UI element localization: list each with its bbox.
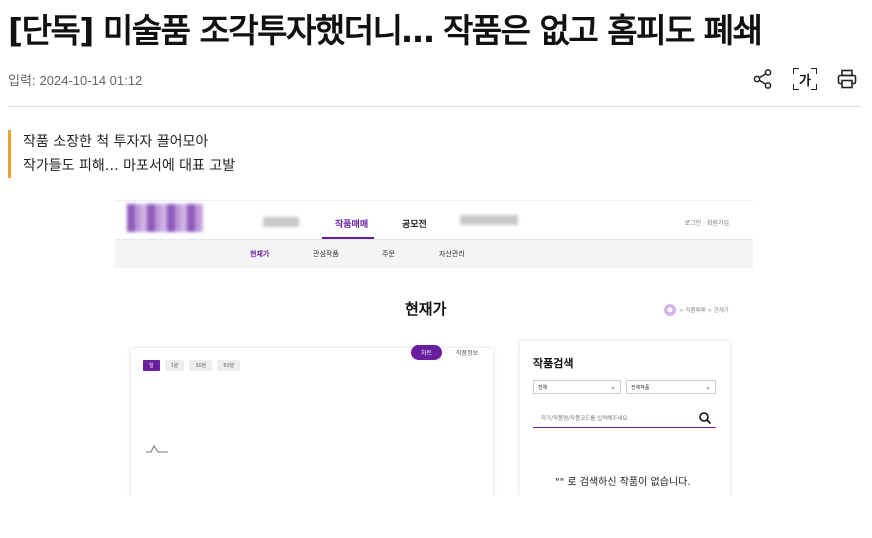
search-empty-message: "" 로 검색하신 작품이 없습니다.: [555, 477, 691, 488]
article-subtitle: 작품 소장한 척 투자자 끌어모아 작가들도 피해… 마포서에 대표 고발: [8, 130, 235, 178]
blurred-nav-item: [263, 217, 299, 227]
login-links: 로그인 · 회원가입: [684, 220, 729, 227]
share-icon: [753, 69, 772, 89]
article-toolbar: 가: [750, 66, 860, 92]
blurred-nav-item: [460, 215, 518, 225]
chart-tabs: 차트 작품정보: [411, 345, 488, 360]
nav-art-trading: 작품매매: [335, 220, 369, 230]
header-divider: [8, 106, 861, 107]
period-60min: 60분: [217, 360, 241, 371]
home-icon: [664, 304, 677, 316]
subnav-current-price: 현재가: [250, 250, 270, 258]
font-size-button[interactable]: 가: [792, 67, 818, 91]
chevron-down-icon: ⌄: [610, 383, 616, 391]
category-select: 전체 ⌄: [533, 380, 621, 394]
artwork-select-value: 전체작품: [631, 385, 650, 391]
search-title: 작품검색: [533, 357, 574, 370]
chevron-down-icon: ⌄: [705, 383, 711, 391]
subtitle-line-1: 작품 소장한 척 투자자 끌어모아: [23, 134, 209, 150]
chart-periods: 일 1분 30분 60분: [143, 360, 241, 371]
subnav-order: 주문: [382, 250, 395, 258]
publish-date-label: 입력:: [8, 73, 36, 88]
chart-loading-icon: [146, 445, 168, 453]
article-headline: [단독] 미술품 조각투자했더니… 작품은 없고 홈피도 폐쇄: [8, 11, 763, 50]
site-subnav: 현재가 관심작품 주문 자산관리: [115, 239, 753, 268]
share-button[interactable]: [750, 66, 776, 92]
tab-art-info: 작품정보: [456, 350, 479, 357]
font-size-label: 가: [799, 73, 811, 89]
subnav-assets: 자산관리: [439, 250, 465, 258]
artwork-select: 전체작품 ⌄: [626, 380, 716, 394]
publish-date-value: 2024-10-14 01:12: [39, 73, 143, 88]
blurred-logo: [127, 204, 203, 232]
search-placeholder: 작가/작품명/작품코드를 입력해주세요.: [541, 416, 630, 422]
site-breadcrumb: > 작품매매 > 현재가: [664, 304, 729, 316]
period-30min: 30분: [189, 360, 213, 371]
publish-date: 입력: 2024-10-14 01:12: [8, 70, 142, 89]
site-page-title: 현재가: [405, 300, 447, 318]
nav-contest: 공모전: [402, 220, 427, 230]
article-image: 작품매매 공모전 로그인 · 회원가입 현재가 관심작품 주문 자산관리 현재가…: [115, 200, 753, 495]
print-icon: [837, 69, 857, 89]
artwork-search-input: 작가/작품명/작품코드를 입력해주세요.: [533, 409, 716, 428]
tab-chart: 차트: [411, 345, 443, 360]
period-1min: 1분: [164, 360, 185, 371]
subnav-watchlist: 관심작품: [313, 250, 339, 258]
breadcrumb-text: > 작품매매 > 현재가: [679, 308, 729, 314]
period-day: 일: [143, 360, 160, 371]
print-button[interactable]: [834, 66, 860, 92]
category-select-value: 전체: [538, 385, 548, 391]
search-icon: [699, 412, 712, 425]
subtitle-line-2: 작가들도 피해… 마포서에 대표 고발: [23, 158, 236, 174]
site-header: 작품매매 공모전 로그인 · 회원가입: [115, 201, 753, 239]
